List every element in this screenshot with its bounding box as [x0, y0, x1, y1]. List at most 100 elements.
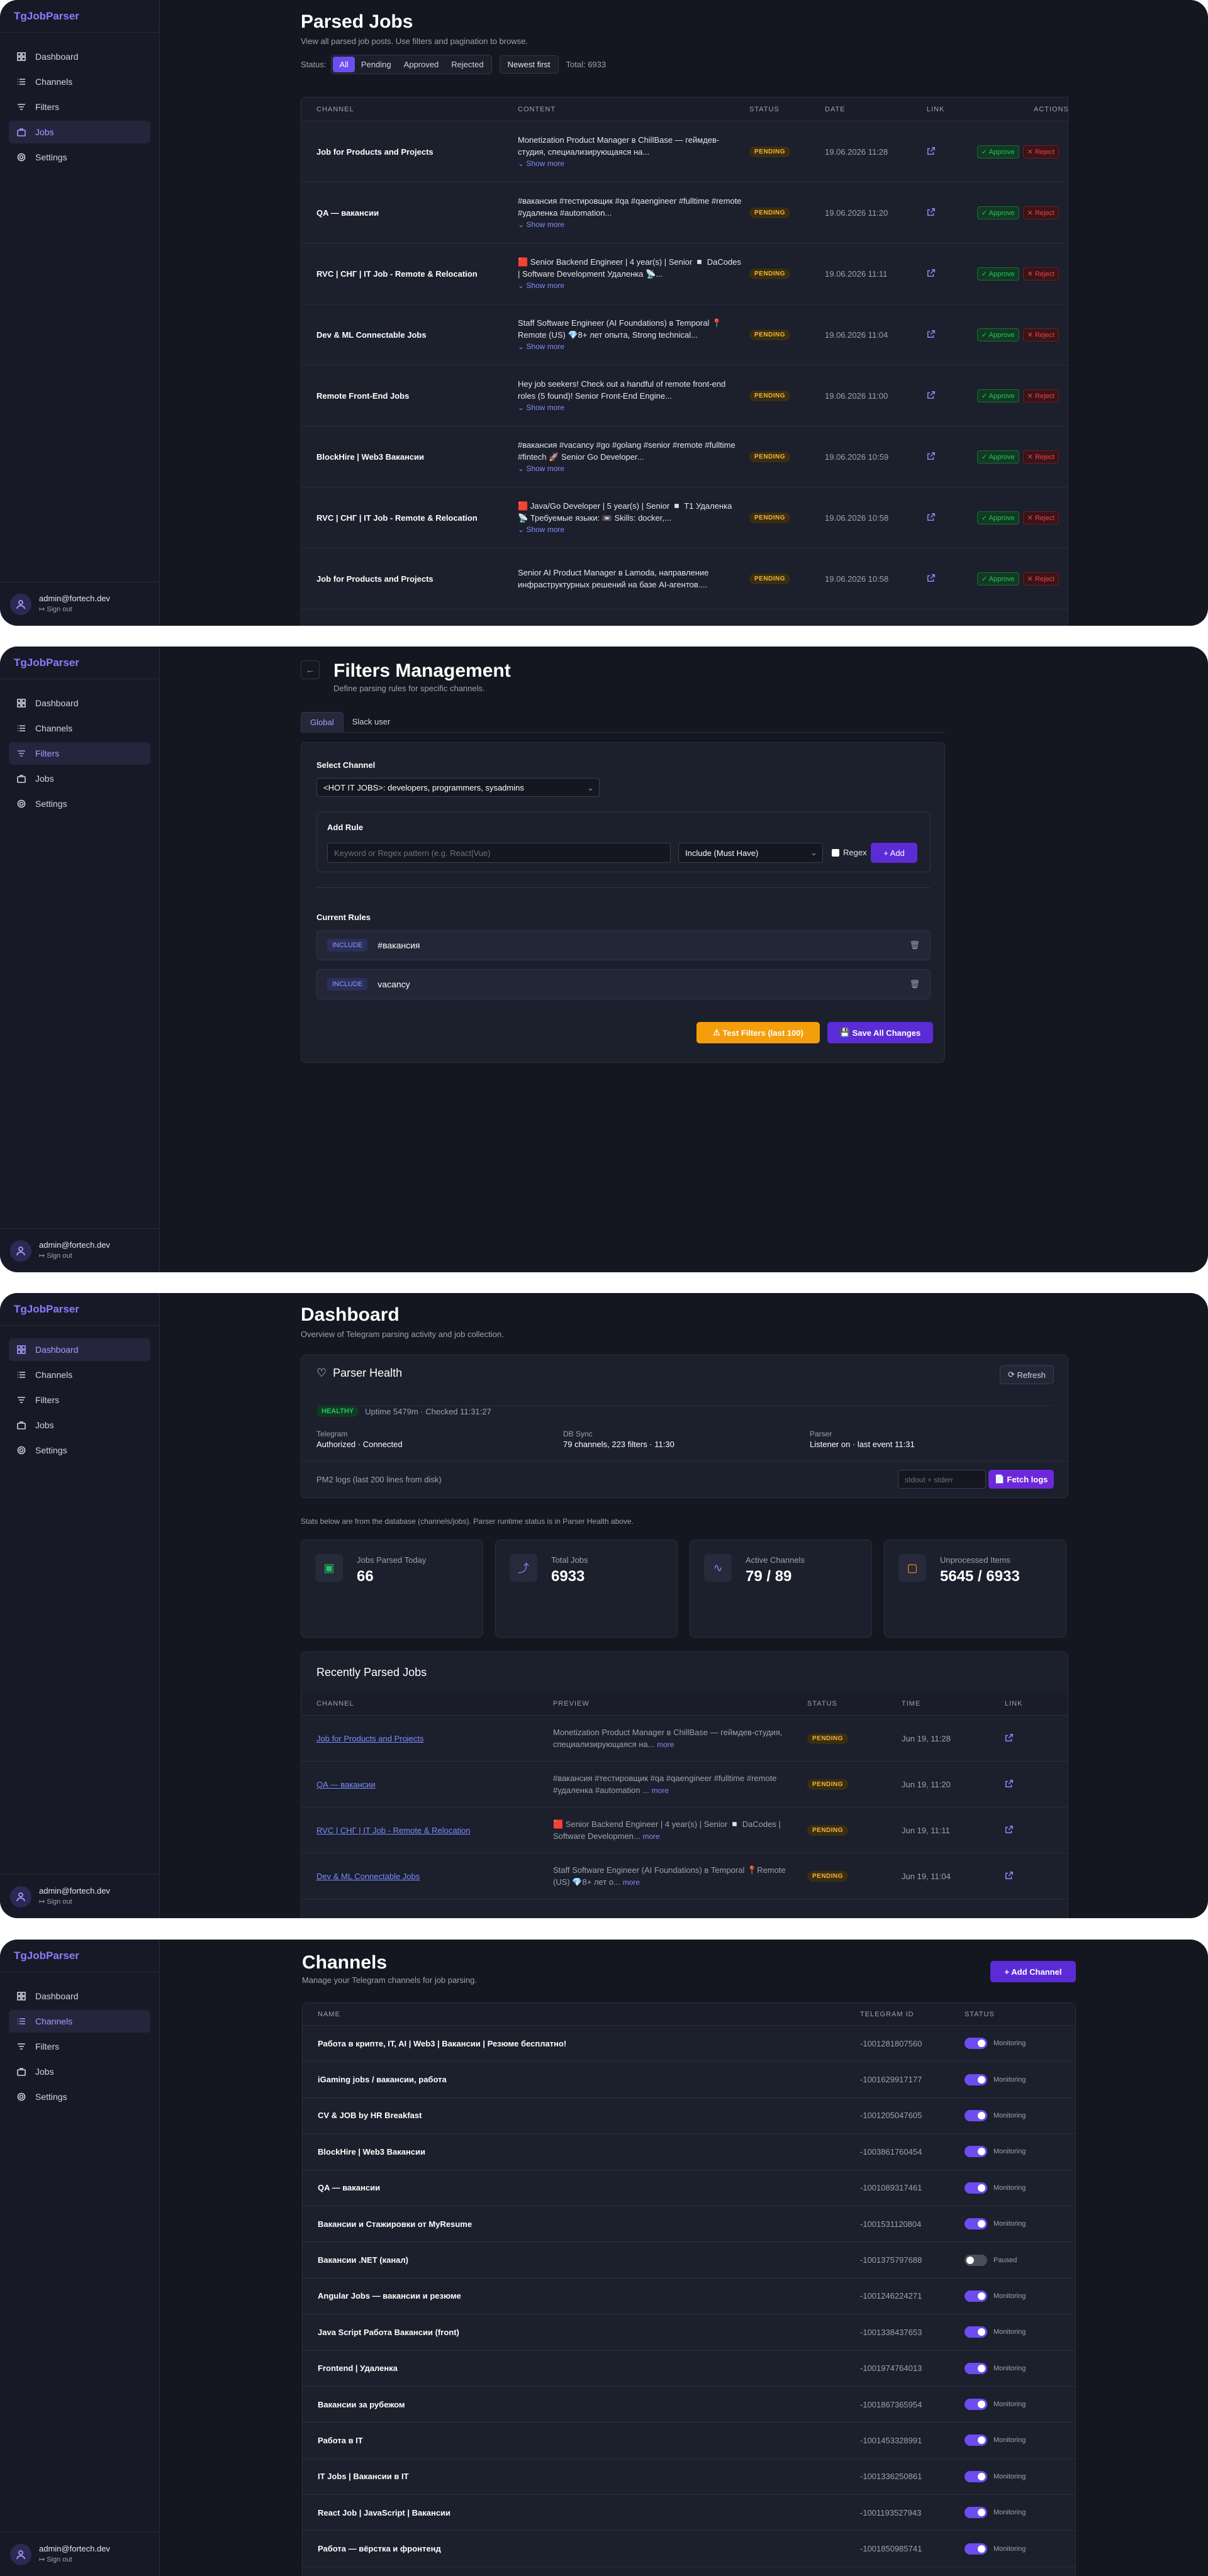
monitoring-toggle[interactable] [965, 2218, 987, 2230]
reject-button[interactable]: ✕ Reject [1022, 267, 1060, 280]
sign-out-link[interactable]: ↦ Sign out [39, 1252, 110, 1260]
sign-out-link[interactable]: ↦ Sign out [39, 1897, 110, 1906]
external-link-icon[interactable] [927, 147, 936, 155]
refresh-button[interactable]: ⟳ Refresh [999, 1365, 1054, 1384]
reject-button[interactable]: ✕ Reject [1022, 328, 1060, 341]
sign-out-link[interactable]: ↦ Sign out [39, 2555, 110, 2563]
show-more-link[interactable]: ⌄ Show more [518, 524, 742, 536]
approve-button[interactable]: ✓ Approve [977, 145, 1019, 158]
reject-button[interactable]: ✕ Reject [1022, 511, 1060, 525]
filter-all[interactable]: All [333, 57, 355, 72]
save-all-button[interactable]: 💾 Save All Changes [827, 1022, 933, 1043]
sidebar-item-dashboard[interactable]: Dashboard [9, 1338, 150, 1361]
approve-button[interactable]: ✓ Approve [977, 206, 1019, 219]
sidebar-item-jobs[interactable]: Jobs [9, 2060, 150, 2083]
mode-select[interactable]: Include (Must Have) ⌄ [678, 843, 823, 863]
sort-select[interactable]: Newest first [499, 55, 559, 74]
approve-button[interactable]: ✓ Approve [977, 511, 1019, 525]
show-more-link[interactable]: ⌄ Show more [518, 341, 742, 353]
channel-link[interactable]: RVC | CHГ | IT Job - Remote & Relocation [316, 1826, 471, 1835]
trash-icon[interactable]: 🗑 [909, 940, 920, 950]
sidebar-item-channels[interactable]: Channels [9, 1363, 150, 1386]
channel-link[interactable]: Job for Products and Projects [316, 1734, 424, 1743]
brand-logo[interactable]: TgJobParser [0, 647, 159, 679]
test-filters-button[interactable]: ⚠ Test Filters (last 100) [696, 1022, 820, 1043]
reject-button[interactable]: ✕ Reject [1022, 389, 1060, 402]
monitoring-toggle[interactable] [965, 2326, 987, 2338]
show-more-link[interactable]: ⌄ Show more [518, 219, 742, 231]
external-link-icon[interactable] [1005, 1825, 1014, 1834]
external-link-icon[interactable] [927, 452, 936, 460]
reject-button[interactable]: ✕ Reject [1022, 206, 1060, 219]
show-more-link[interactable]: ⌄ Show more [518, 158, 742, 170]
external-link-icon[interactable] [1005, 1871, 1014, 1880]
more-link[interactable]: more [657, 1740, 674, 1749]
approve-button[interactable]: ✓ Approve [977, 389, 1019, 402]
external-link-icon[interactable] [1005, 1779, 1014, 1788]
filter-rejected[interactable]: Rejected [445, 57, 489, 72]
sidebar-item-settings[interactable]: Settings [9, 792, 150, 815]
monitoring-toggle[interactable] [965, 2507, 987, 2519]
brand-logo[interactable]: TgJobParser [0, 1940, 159, 1972]
reject-button[interactable]: ✕ Reject [1022, 450, 1060, 464]
approve-button[interactable]: ✓ Approve [977, 267, 1019, 280]
sidebar-item-filters[interactable]: Filters [9, 742, 150, 765]
external-link-icon[interactable] [927, 391, 936, 399]
sidebar-item-filters[interactable]: Filters [9, 1389, 150, 1411]
add-rule-button[interactable]: + Add [871, 843, 917, 863]
sidebar-item-dashboard[interactable]: Dashboard [9, 45, 150, 68]
monitoring-toggle[interactable] [965, 2470, 987, 2482]
sidebar-item-settings[interactable]: Settings [9, 2085, 150, 2108]
more-link[interactable]: more [642, 1832, 659, 1841]
external-link-icon[interactable] [1005, 1733, 1014, 1742]
channel-select[interactable]: <HOT IT JOBS>: developers, programmers, … [316, 778, 600, 797]
sidebar-item-jobs[interactable]: Jobs [9, 1414, 150, 1436]
monitoring-toggle[interactable] [965, 2290, 987, 2302]
sidebar-item-dashboard[interactable]: Dashboard [9, 1985, 150, 2007]
approve-button[interactable]: ✓ Approve [977, 572, 1019, 586]
sidebar-item-dashboard[interactable]: Dashboard [9, 692, 150, 714]
reject-button[interactable]: ✕ Reject [1022, 145, 1060, 158]
channel-link[interactable]: Dev & ML Connectable Jobs [316, 1872, 420, 1881]
sidebar-item-jobs[interactable]: Jobs [9, 767, 150, 790]
monitoring-toggle[interactable] [965, 2182, 987, 2194]
regex-checkbox[interactable]: Regex [832, 848, 867, 857]
monitoring-toggle[interactable] [965, 2399, 987, 2411]
external-link-icon[interactable] [927, 269, 936, 277]
filter-approved[interactable]: Approved [398, 57, 445, 72]
show-more-link[interactable]: ⌄ Show more [518, 402, 742, 414]
log-stream-select[interactable]: stdout + stderr [898, 1470, 986, 1489]
back-arrow-icon[interactable]: ← [301, 660, 320, 679]
add-channel-button[interactable]: + Add Channel [990, 1961, 1076, 1982]
monitoring-toggle[interactable] [965, 2109, 987, 2121]
sidebar-item-filters[interactable]: Filters [9, 96, 150, 118]
approve-button[interactable]: ✓ Approve [977, 328, 1019, 341]
more-link[interactable]: more [623, 1878, 640, 1887]
brand-logo[interactable]: TgJobParser [0, 1293, 159, 1326]
sidebar-item-settings[interactable]: Settings [9, 1439, 150, 1462]
channel-link[interactable]: QA — вакансии [316, 1780, 376, 1789]
external-link-icon[interactable] [927, 330, 936, 338]
pattern-input[interactable]: Keyword or Regex pattern (e.g. React|Vue… [327, 843, 671, 863]
show-more-link[interactable]: ⌄ Show more [518, 463, 742, 475]
monitoring-toggle[interactable] [965, 2434, 987, 2446]
external-link-icon[interactable] [927, 574, 936, 582]
monitoring-toggle[interactable] [965, 2146, 987, 2158]
monitoring-toggle[interactable] [965, 2543, 987, 2555]
trash-icon[interactable]: 🗑 [909, 979, 920, 989]
fetch-logs-button[interactable]: 📄 Fetch logs [988, 1470, 1054, 1489]
approve-button[interactable]: ✓ Approve [977, 450, 1019, 464]
sidebar-item-channels[interactable]: Channels [9, 717, 150, 740]
monitoring-toggle[interactable] [965, 2038, 987, 2050]
external-link-icon[interactable] [927, 208, 936, 216]
show-more-link[interactable]: ⌄ Show more [518, 280, 742, 292]
tab-global[interactable]: Global [301, 712, 344, 732]
monitoring-toggle[interactable] [965, 2074, 987, 2085]
sidebar-item-channels[interactable]: Channels [9, 2010, 150, 2033]
reject-button[interactable]: ✕ Reject [1022, 572, 1060, 586]
sidebar-item-filters[interactable]: Filters [9, 2035, 150, 2058]
tab-slack-user[interactable]: Slack user [344, 712, 400, 732]
monitoring-toggle[interactable] [965, 2254, 987, 2266]
more-link[interactable]: more [652, 1786, 669, 1795]
sidebar-item-channels[interactable]: Channels [9, 70, 150, 93]
